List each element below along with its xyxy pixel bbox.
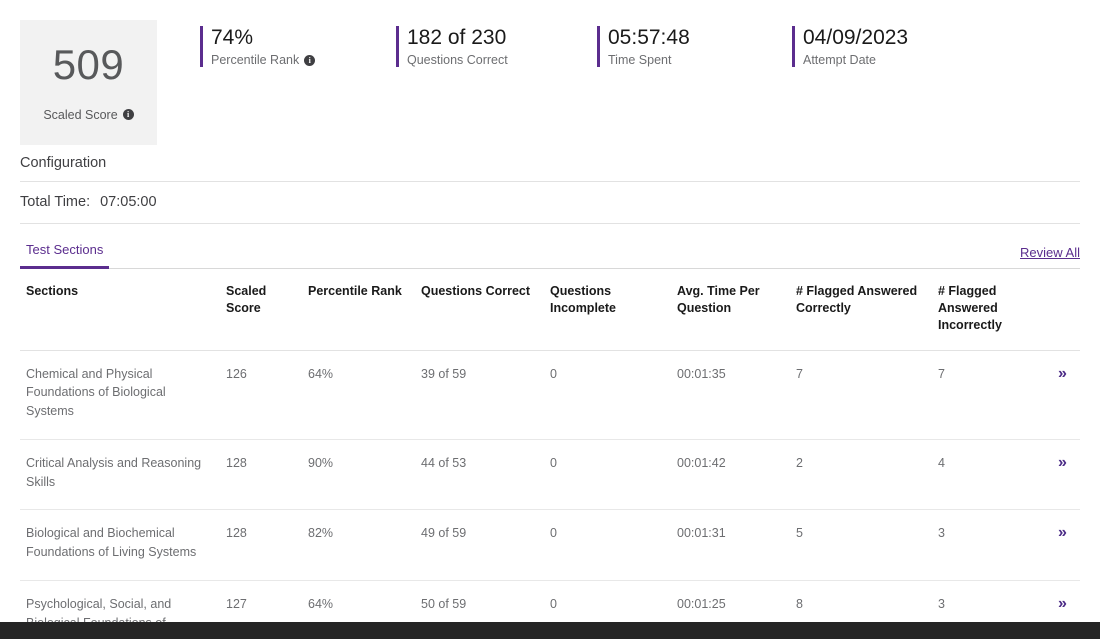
kpi-value: 05:57:48 — [608, 26, 792, 50]
bottom-bar — [0, 622, 1100, 639]
summary-strip: 509 Scaled Score i 74% Percentile Rank i… — [0, 0, 1100, 155]
col-header-scaled-score: Scaled Score — [220, 269, 302, 350]
cell-actions: » — [1052, 439, 1080, 510]
kpi-value: 04/09/2023 — [803, 26, 908, 50]
col-header-questions-correct: Questions Correct — [415, 269, 544, 350]
kpi-label: Questions Correct — [407, 53, 597, 67]
col-header-sections: Sections — [20, 269, 220, 350]
info-icon[interactable]: i — [304, 55, 315, 66]
col-header-flagged-incorrect: # Flagged Answered Incorrectly — [932, 269, 1052, 350]
table-header-row: Sections Scaled Score Percentile Rank Qu… — [20, 269, 1080, 350]
cell-flagged-incorrect: 3 — [932, 510, 1052, 581]
cell-flagged-correct: 2 — [790, 439, 932, 510]
kpi-label-text: Time Spent — [608, 53, 671, 67]
scaled-score-card: 509 Scaled Score i — [20, 20, 157, 145]
double-chevron-right-icon[interactable]: » — [1058, 525, 1067, 541]
col-header-actions — [1052, 269, 1080, 350]
divider — [20, 223, 1080, 224]
cell-actions: » — [1052, 350, 1080, 439]
review-all-link[interactable]: Review All — [1020, 245, 1080, 268]
kpi-list: 74% Percentile Rank i 182 of 230 Questio… — [200, 20, 908, 67]
tab-test-sections[interactable]: Test Sections — [20, 242, 109, 269]
sections-table-wrap: Sections Scaled Score Percentile Rank Qu… — [20, 269, 1080, 639]
table-row[interactable]: Critical Analysis and Reasoning Skills 1… — [20, 439, 1080, 510]
total-time-value: 07:05:00 — [100, 194, 156, 210]
table-row[interactable]: Biological and Biochemical Foundations o… — [20, 510, 1080, 581]
cell-flagged-incorrect: 7 — [932, 350, 1052, 439]
scaled-score-label: Scaled Score i — [43, 108, 133, 122]
kpi-questions-correct: 182 of 230 Questions Correct — [396, 26, 597, 67]
kpi-label: Attempt Date — [803, 53, 908, 67]
info-icon[interactable]: i — [123, 109, 134, 120]
cell-questions-incomplete: 0 — [544, 439, 671, 510]
total-time-label: Total Time: — [20, 194, 90, 210]
cell-avg-time-per-question: 00:01:35 — [671, 350, 790, 439]
kpi-time-spent: 05:57:48 Time Spent — [597, 26, 792, 67]
cell-percentile-rank: 82% — [302, 510, 415, 581]
scaled-score-value: 509 — [53, 44, 125, 86]
double-chevron-right-icon[interactable]: » — [1058, 366, 1067, 382]
cell-scaled-score: 126 — [220, 350, 302, 439]
col-header-questions-incomplete: Questions Incomplete — [544, 269, 671, 350]
cell-scaled-score: 128 — [220, 439, 302, 510]
sections-table: Sections Scaled Score Percentile Rank Qu… — [20, 269, 1080, 639]
cell-questions-correct: 39 of 59 — [415, 350, 544, 439]
cell-questions-incomplete: 0 — [544, 350, 671, 439]
kpi-label-text: Percentile Rank — [211, 53, 299, 67]
cell-questions-correct: 44 of 53 — [415, 439, 544, 510]
double-chevron-right-icon[interactable]: » — [1058, 596, 1067, 612]
kpi-label: Time Spent — [608, 53, 792, 67]
tab-list: Test Sections — [20, 242, 109, 268]
tabs-bar: Test Sections Review All — [20, 242, 1080, 269]
cell-avg-time-per-question: 00:01:31 — [671, 510, 790, 581]
scaled-score-label-text: Scaled Score — [43, 108, 117, 122]
kpi-label-text: Questions Correct — [407, 53, 508, 67]
kpi-label-text: Attempt Date — [803, 53, 876, 67]
attempt-results-page: 509 Scaled Score i 74% Percentile Rank i… — [0, 0, 1100, 639]
kpi-percentile-rank: 74% Percentile Rank i — [200, 26, 396, 67]
cell-percentile-rank: 64% — [302, 350, 415, 439]
cell-questions-incomplete: 0 — [544, 510, 671, 581]
cell-actions: » — [1052, 510, 1080, 581]
table-row[interactable]: Chemical and Physical Foundations of Bio… — [20, 350, 1080, 439]
cell-questions-correct: 49 of 59 — [415, 510, 544, 581]
cell-scaled-score: 128 — [220, 510, 302, 581]
cell-flagged-correct: 7 — [790, 350, 932, 439]
cell-section: Chemical and Physical Foundations of Bio… — [20, 350, 220, 439]
cell-section: Biological and Biochemical Foundations o… — [20, 510, 220, 581]
kpi-value: 182 of 230 — [407, 26, 597, 50]
cell-flagged-incorrect: 4 — [932, 439, 1052, 510]
cell-flagged-correct: 5 — [790, 510, 932, 581]
col-header-percentile-rank: Percentile Rank — [302, 269, 415, 350]
configuration-title: Configuration — [20, 155, 1080, 181]
col-header-avg-time-per-question: Avg. Time Per Question — [671, 269, 790, 350]
configuration-section: Configuration Total Time: 07:05:00 — [0, 155, 1100, 224]
cell-percentile-rank: 90% — [302, 439, 415, 510]
col-header-flagged-correct: # Flagged Answered Correctly — [790, 269, 932, 350]
kpi-label: Percentile Rank i — [211, 53, 396, 67]
kpi-value: 74% — [211, 26, 396, 50]
double-chevron-right-icon[interactable]: » — [1058, 455, 1067, 471]
total-time-row: Total Time: 07:05:00 — [20, 182, 1080, 223]
cell-avg-time-per-question: 00:01:42 — [671, 439, 790, 510]
cell-section: Critical Analysis and Reasoning Skills — [20, 439, 220, 510]
kpi-attempt-date: 04/09/2023 Attempt Date — [792, 26, 908, 67]
